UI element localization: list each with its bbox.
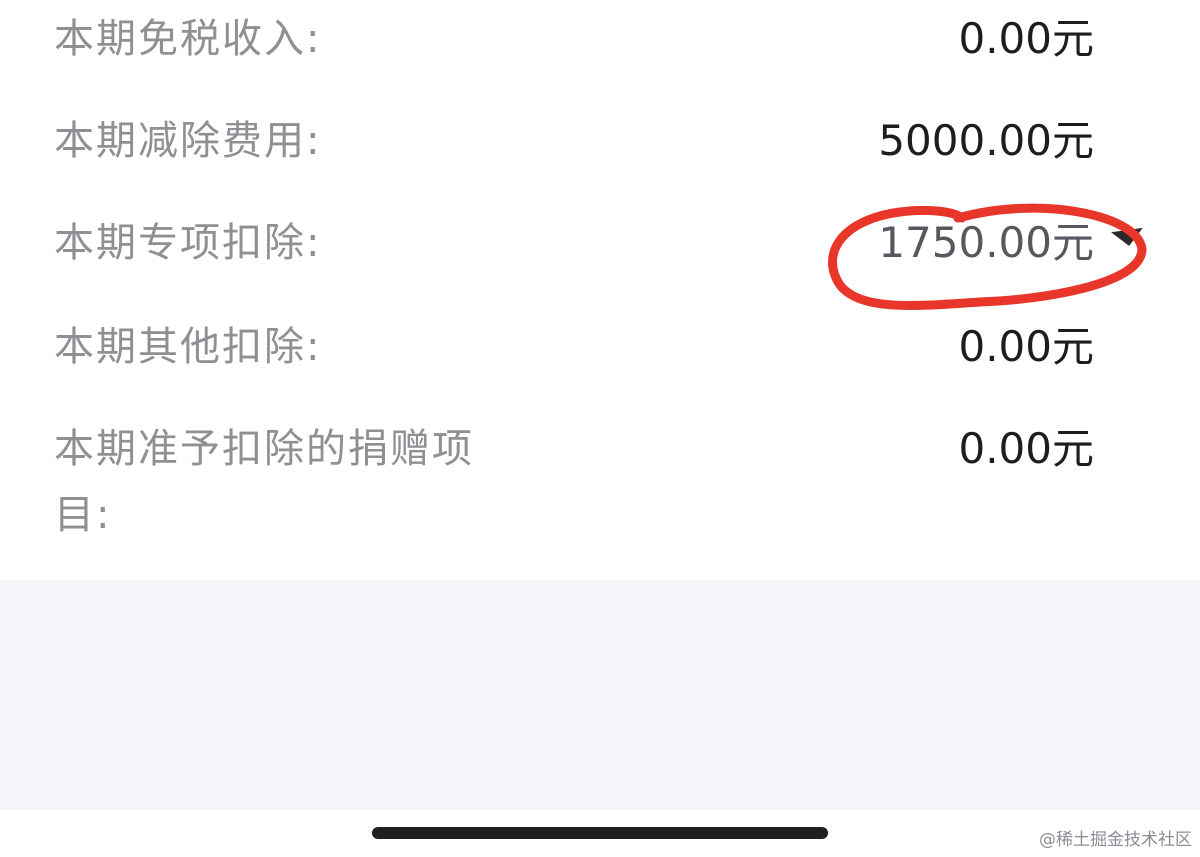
value-tax-free-income: 0.00元 — [958, 14, 1094, 63]
label-donation-deduction: 本期准予扣除的捐赠项目: — [54, 426, 474, 538]
empty-background-area — [0, 580, 1200, 810]
value-other-deduction: 0.00元 — [958, 322, 1094, 371]
label-standard-deduction: 本期减除费用: — [54, 118, 322, 164]
value-standard-deduction: 5000.00元 — [878, 116, 1094, 165]
deduction-details-card: 本期免税收入: 0.00元 本期减除费用: 5000.00元 本期专项扣除: 1… — [0, 0, 1200, 580]
label-tax-free-income: 本期免税收入: — [54, 16, 322, 62]
value-special-deduction[interactable]: 1750.00元 — [878, 210, 1094, 276]
label-other-deduction: 本期其他扣除: — [54, 324, 322, 370]
home-indicator[interactable] — [372, 827, 828, 839]
label-special-deduction: 本期专项扣除: — [54, 220, 322, 266]
watermark: @稀土掘金技术社区 — [1039, 830, 1192, 850]
value-donation-deduction: 0.00元 — [958, 424, 1094, 473]
chevron-down-icon[interactable] — [1111, 227, 1145, 249]
